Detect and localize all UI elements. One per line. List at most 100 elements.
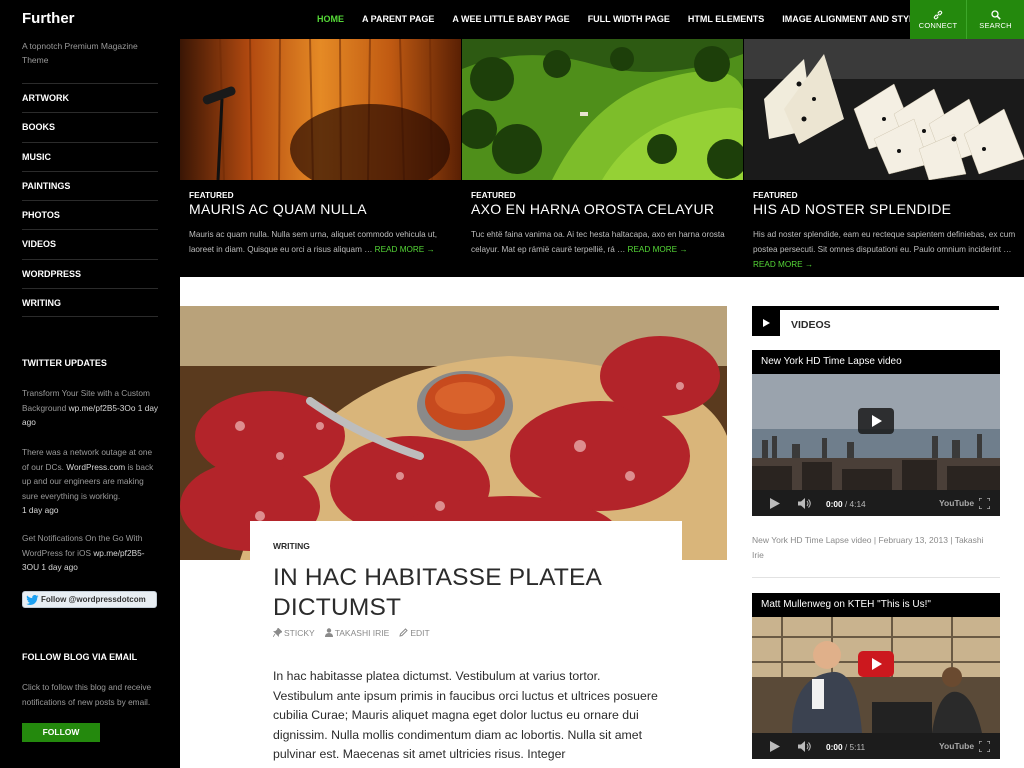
main-nav: HOME A PARENT PAGE A WEE LITTLE BABY PAG… [308,0,936,39]
video-player[interactable]: Matt Mullenweg on KTEH "This is Us!" 0:0… [752,593,1000,759]
excerpt-text: His ad noster splendide, eam eu recteque… [753,230,1016,254]
fullscreen-icon[interactable] [978,497,991,511]
fullscreen-icon[interactable] [978,740,991,754]
play-button[interactable] [858,408,894,439]
read-more-link[interactable]: READ MORE → [628,245,688,254]
read-more-link[interactable]: READ MORE → [753,260,813,269]
nav-item-html-elements[interactable]: HTML ELEMENTS [679,0,773,39]
tweet: There was a network outage at one of our… [22,445,160,518]
nav-item-home[interactable]: HOME [308,0,353,39]
edit-label: EDIT [410,628,430,638]
email-description: Click to follow this blog and receive no… [22,682,152,707]
top-bar: Further HOME A PARENT PAGE A WEE LITTLE … [0,0,1024,39]
video-thumbnail-interview[interactable] [752,617,1000,733]
post-title[interactable]: IN HAC HABITASSE PLATEA DICTUMST [273,563,693,623]
post-meta: STICKY TAKASHI IRIE EDIT [272,627,440,638]
site-title[interactable]: Further [22,10,75,27]
featured-title[interactable]: HIS AD NOSTER SPLENDIDE [753,201,951,217]
edit-meta[interactable]: EDIT [399,628,430,638]
tweet-link[interactable]: WordPress.com [66,462,125,472]
video-controls: 0:00 / 5:11 YouTube [752,733,1000,759]
video-title[interactable]: Matt Mullenweg on KTEH "This is Us!" [761,599,931,610]
volume-icon[interactable] [798,498,812,511]
read-more-link[interactable]: READ MORE → [375,245,435,254]
link-icon [910,7,966,20]
pencil-icon [399,628,409,637]
featured-title[interactable]: MAURIS AC QUAM NULLA [189,201,367,217]
video-title[interactable]: New York HD Time Lapse video [761,356,902,367]
nav-item-full-width[interactable]: FULL WIDTH PAGE [579,0,679,39]
tweet: Transform Your Site with a Custom Backgr… [22,386,160,430]
sticky-label: STICKY [284,628,315,638]
featured-kicker: FEATURED [471,190,516,200]
videos-widget-title: VIDEOS [791,319,831,331]
twitter-bird-icon [26,594,39,605]
widget-divider [752,577,1000,578]
featured-excerpt: Tuc ehtë faina vanima oa. Ai tec hesta h… [471,227,739,257]
search-label: SEARCH [979,21,1012,30]
video-thumbnail-city[interactable] [752,374,1000,490]
category-item-photos[interactable]: PHOTOS [22,200,158,229]
post-category[interactable]: WRITING [273,541,310,551]
featured-excerpt: His ad noster splendide, eam eu recteque… [753,227,1021,272]
search-button[interactable]: SEARCH [967,0,1024,39]
current-time: 0:00 [826,742,843,752]
category-item-videos[interactable]: VIDEOS [22,229,158,258]
featured-post: FEATURED MAURIS AC QUAM NULLA Mauris ac … [180,39,461,277]
category-item-paintings[interactable]: PAINTINGS [22,170,158,200]
featured-post: FEATURED HIS AD NOSTER SPLENDIDE His ad … [744,39,1024,277]
connect-label: CONNECT [918,21,958,30]
featured-title[interactable]: AXO EN HARNA OROSTA CELAYUR [471,201,714,217]
video-caption: New York HD Time Lapse video | February … [752,535,984,560]
video-duration: / 5:11 [842,742,866,752]
category-item-books[interactable]: BOOKS [22,112,158,141]
nav-item-parent-page[interactable]: A PARENT PAGE [353,0,443,39]
youtube-logo[interactable]: YouTube [939,741,974,751]
youtube-logo[interactable]: YouTube [939,498,974,508]
video-controls: 0:00 / 4:14 YouTube [752,490,1000,516]
follow-twitter-label: Follow @wordpressdotcom [41,595,146,604]
featured-post: FEATURED AXO EN HARNA OROSTA CELAYUR Tuc… [462,39,743,277]
featured-kicker: FEATURED [753,190,798,200]
current-time: 0:00 [826,499,843,509]
featured-image-stage[interactable] [180,39,461,180]
featured-kicker: FEATURED [189,190,234,200]
video-duration: / 4:14 [842,499,866,509]
follow-button[interactable]: FOLLOW [22,723,100,742]
email-heading: FOLLOW BLOG VIA EMAIL [22,652,138,662]
nav-item-baby-page[interactable]: A WEE LITTLE BABY PAGE [443,0,578,39]
sticky-meta[interactable]: STICKY [272,627,315,638]
tweet-time[interactable]: 1 day ago [22,505,58,515]
follow-twitter-button[interactable]: Follow @wordpressdotcom [22,591,157,608]
user-icon [324,628,333,637]
connect-button[interactable]: CONNECT [910,0,967,39]
author-label: TAKASHI IRIE [334,628,390,638]
category-item-artwork[interactable]: ARTWORK [22,83,158,112]
tweet: Get Notifications On the Go With WordPre… [22,531,160,575]
video-time: 0:00 / 5:11 [826,742,865,752]
play-button[interactable] [858,651,894,682]
category-item-music[interactable]: MUSIC [22,141,158,171]
sidebar: A topnotch Premium Magazine Theme ARTWOR… [0,39,180,768]
play-icon[interactable] [770,498,780,511]
featured-image-hills[interactable] [462,39,743,180]
tweet-time[interactable]: 1 day ago [41,562,77,572]
author-meta[interactable]: TAKASHI IRIE [324,628,390,638]
category-item-wordpress[interactable]: WORDPRESS [22,258,158,288]
pin-icon [272,627,283,638]
search-icon [967,7,1024,20]
featured-image-cheese[interactable] [744,39,1024,180]
twitter-heading: TWITTER UPDATES [22,358,107,368]
post-body: In hac habitasse platea dictumst. Vestib… [273,669,658,761]
videos-widget-header: VIDEOS [752,306,999,336]
tweet-link[interactable]: wp.me/pf2B5-3Oo [69,403,136,413]
featured-excerpt: Mauris ac quam nulla. Nulla sem urna, al… [189,227,457,257]
volume-icon[interactable] [798,741,812,754]
play-icon[interactable] [770,741,780,754]
category-list: ARTWORK BOOKS MUSIC PAINTINGS PHOTOS VID… [22,83,158,318]
category-item-writing[interactable]: WRITING [22,288,158,318]
play-icon [752,310,780,336]
video-time: 0:00 / 4:14 [826,499,866,509]
video-player[interactable]: New York HD Time Lapse video 0:00 / 4:14… [752,350,1000,516]
site-description: A topnotch Premium Magazine Theme [22,41,138,65]
